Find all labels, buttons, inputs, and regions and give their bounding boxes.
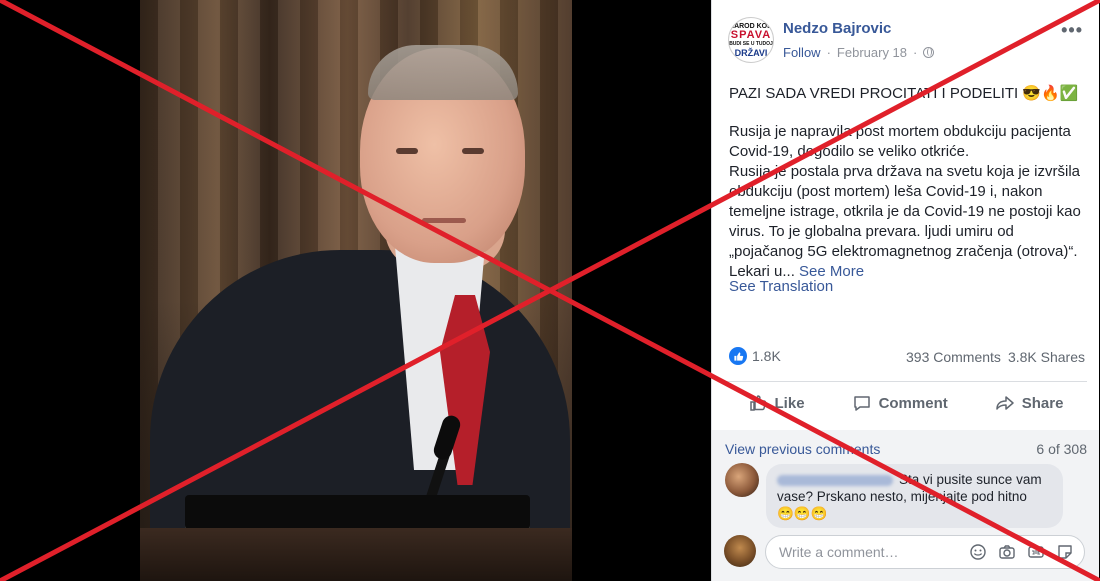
mouth (422, 218, 466, 223)
more-options-icon[interactable]: ••• (1061, 20, 1083, 41)
podium-top (185, 495, 530, 529)
thumbs-up-icon (749, 395, 766, 411)
shares-count-link[interactable]: 3.8K Shares (1008, 349, 1085, 365)
view-previous-comments-link[interactable]: View previous comments (725, 441, 880, 457)
sticker-icon[interactable] (1056, 543, 1074, 561)
commenter-avatar[interactable] (725, 463, 759, 497)
reactions-count: 1.8K (752, 348, 781, 364)
post-author-link[interactable]: Nedzo Bajrovic (783, 20, 891, 37)
post-headline: PAZI SADA VREDI PROCITATI I PODELITI 😎🔥✅ (729, 85, 1079, 102)
comment-input[interactable]: Write a comment… (765, 535, 1085, 569)
facebook-post: NAROD KOJI SPAVA BUDI SE U TUDOJ DRŽAVI … (711, 0, 1099, 581)
comment-icon (853, 396, 870, 411)
comment-bubble: Sta vi pusite sunce vam vase? Prskano ne… (766, 464, 1063, 528)
globe-icon (923, 47, 935, 58)
speaker-hair (368, 45, 518, 100)
camera-icon[interactable] (998, 543, 1016, 561)
divider (724, 381, 1087, 382)
share-icon (996, 396, 1014, 410)
like-reaction-icon (729, 347, 747, 365)
comments-count-link[interactable]: 393 Comments (906, 349, 1001, 365)
podium-base (140, 528, 572, 581)
comments-section: View previous comments 6 of 308 Sta vi p… (712, 430, 1099, 581)
comment-input-icons (969, 543, 1074, 561)
comment-emojis: 😁😁😁 (777, 506, 828, 521)
see-translation-link[interactable]: See Translation (729, 278, 833, 295)
post-date-link[interactable]: February 18 (837, 45, 907, 60)
user-avatar (724, 535, 756, 567)
share-button[interactable]: Share (995, 393, 1063, 413)
gif-icon[interactable] (1027, 543, 1045, 561)
follow-link[interactable]: Follow (783, 45, 821, 60)
comment-button[interactable]: Comment (852, 393, 948, 413)
blurred-commenter-name[interactable] (777, 474, 893, 486)
write-comment-row: Write a comment… (712, 530, 1099, 581)
right-eye (462, 148, 484, 154)
left-eye (396, 148, 418, 154)
like-button[interactable]: Like (748, 393, 805, 413)
post-actions: Like Comment Share (724, 384, 1087, 422)
engagement-counts: 393 Comments 3.8K Shares (906, 349, 1085, 365)
news-photo (140, 0, 572, 581)
post-meta: Follow · February 18 · (783, 45, 935, 60)
post-body: Rusija je napravila post mortem obdukcij… (729, 123, 1081, 280)
emoji-icon[interactable] (969, 543, 987, 561)
comments-pagination: 6 of 308 (1036, 441, 1087, 457)
reactions-summary[interactable]: 1.8K (729, 347, 781, 365)
page-avatar[interactable]: NAROD KOJI SPAVA BUDI SE U TUDOJ DRŽAVI (728, 17, 774, 63)
